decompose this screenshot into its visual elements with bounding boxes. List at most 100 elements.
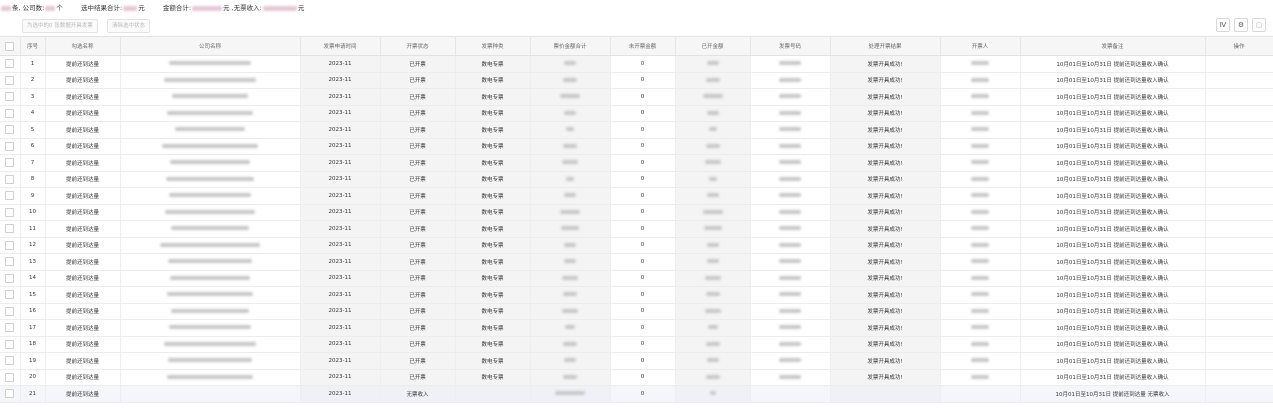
- table-row[interactable]: 2 提前还到达量 2023-11 已开票 数电专票 0 发票开具成功! 10月01日至10月3…: [0, 72, 1273, 89]
- actions-cell[interactable]: [1205, 369, 1273, 386]
- row-select-cell[interactable]: [0, 352, 21, 370]
- actions-cell[interactable]: [1205, 138, 1273, 155]
- row-checkbox[interactable]: [5, 141, 15, 151]
- row-checkbox[interactable]: [5, 306, 15, 316]
- row-index: 16: [20, 303, 46, 320]
- row-checkbox[interactable]: [5, 389, 15, 399]
- clear-selection-button[interactable]: 清除选中状态: [107, 19, 151, 33]
- actions-cell[interactable]: [1205, 286, 1273, 304]
- row-checkbox[interactable]: [5, 108, 15, 118]
- table-row[interactable]: 14 提前还到达量 2023-11 已开票 数电专票 0 发票开具成功! 10月01日至10月…: [0, 270, 1273, 287]
- row-select-cell[interactable]: [0, 138, 21, 155]
- table-row[interactable]: 1 提前还到达量 2023-11 已开票 数电专票 0 发票开具成功! 10月01日至10月3…: [0, 55, 1273, 73]
- table-row[interactable]: 16 提前还到达量 2023-11 已开票 数电专票 0 发票开具成功! 10月01日至10月…: [0, 303, 1273, 320]
- row-checkbox[interactable]: [5, 59, 15, 69]
- row-select-cell[interactable]: [0, 286, 21, 304]
- table-row[interactable]: 5 提前还到达量 2023-11 已开票 数电专票 0 发票开具成功! 10月01日至10月3…: [0, 121, 1273, 139]
- actions-cell[interactable]: [1205, 352, 1273, 370]
- actions-cell[interactable]: [1205, 55, 1273, 73]
- row-checkbox[interactable]: [5, 323, 15, 333]
- row-checkbox[interactable]: [5, 224, 15, 234]
- actions-cell[interactable]: [1205, 171, 1273, 188]
- table-row[interactable]: 18 提前还到达量 2023-11 已开票 数电专票 0 发票开具成功! 10月01日至10月…: [0, 336, 1273, 353]
- row-select-cell[interactable]: [0, 253, 21, 271]
- row-checkbox[interactable]: [5, 372, 15, 382]
- row-select-cell[interactable]: [0, 385, 21, 403]
- redacted-value: [169, 193, 251, 198]
- actions-cell[interactable]: [1205, 154, 1273, 172]
- row-select-cell[interactable]: [0, 88, 21, 106]
- export-icon[interactable]: Ⅳ: [1216, 18, 1230, 32]
- table-row[interactable]: 12 提前还到达量 2023-11 已开票 数电专票 0 发票开具成功! 10月01日至10月…: [0, 237, 1273, 254]
- row-select-cell[interactable]: [0, 369, 21, 386]
- table-row[interactable]: 10 提前还到达量 2023-11 已开票 数电专票 0 发票开具成功! 10月01日至10月…: [0, 204, 1273, 221]
- row-select-cell[interactable]: [0, 154, 21, 172]
- invoice-number-cell: [750, 88, 831, 106]
- row-index: 19: [20, 352, 46, 370]
- remark-cell: 10月01日至10月31日 提前还到达量收入确认: [1020, 121, 1206, 139]
- actions-cell[interactable]: [1205, 237, 1273, 254]
- issuer-cell: [940, 385, 1021, 403]
- table-row[interactable]: 4 提前还到达量 2023-11 已开票 数电专票 0 发票开具成功! 10月01日至10月3…: [0, 105, 1273, 122]
- row-checkbox[interactable]: [5, 339, 15, 349]
- row-checkbox[interactable]: [5, 273, 15, 283]
- row-checkbox[interactable]: [5, 125, 15, 135]
- actions-cell[interactable]: [1205, 220, 1273, 238]
- row-select-cell[interactable]: [0, 187, 21, 205]
- print-icon[interactable]: ▢: [1252, 18, 1266, 32]
- table-row[interactable]: 9 提前还到达量 2023-11 已开票 数电专票 0 发票开具成功! 10月01日至10月3…: [0, 187, 1273, 205]
- table-row[interactable]: 13 提前还到达量 2023-11 已开票 数电专票 0 发票开具成功! 10月01日至10月…: [0, 253, 1273, 271]
- table-row[interactable]: 20 提前还到达量 2023-11 已开票 数电专票 0 发票开具成功! 10月01日至10月…: [0, 369, 1273, 386]
- row-select-cell[interactable]: [0, 171, 21, 188]
- row-checkbox[interactable]: [5, 174, 15, 184]
- apply-time-cell: 2023-11: [300, 253, 381, 271]
- row-checkbox[interactable]: [5, 158, 15, 168]
- row-select-cell[interactable]: [0, 72, 21, 89]
- actions-cell[interactable]: [1205, 336, 1273, 353]
- row-checkbox[interactable]: [5, 240, 15, 250]
- open-invoice-for-selected-button[interactable]: 为选中的0 张数据开具发票: [22, 19, 98, 33]
- row-checkbox[interactable]: [5, 356, 15, 366]
- actions-cell[interactable]: [1205, 385, 1273, 403]
- row-select-cell[interactable]: [0, 204, 21, 221]
- actions-cell[interactable]: [1205, 88, 1273, 106]
- column-header-select-all[interactable]: [0, 36, 21, 56]
- row-checkbox[interactable]: [5, 257, 15, 267]
- actions-cell[interactable]: [1205, 105, 1273, 122]
- actions-cell[interactable]: [1205, 121, 1273, 139]
- table-row[interactable]: 7 提前还到达量 2023-11 已开票 数电专票 0 发票开具成功! 10月01日至10月3…: [0, 154, 1273, 172]
- actions-cell[interactable]: [1205, 204, 1273, 221]
- actions-cell[interactable]: [1205, 187, 1273, 205]
- row-checkbox[interactable]: [5, 92, 15, 102]
- row-checkbox[interactable]: [5, 290, 15, 300]
- item-name-cell: 提前还到达量: [45, 303, 121, 320]
- actions-cell[interactable]: [1205, 319, 1273, 337]
- table-row[interactable]: 15 提前还到达量 2023-11 已开票 数电专票 0 发票开具成功! 10月01日至10月…: [0, 286, 1273, 304]
- row-index: 5: [20, 121, 46, 139]
- table-row[interactable]: 6 提前还到达量 2023-11 已开票 数电专票 0 发票开具成功! 10月01日至10月3…: [0, 138, 1273, 155]
- row-select-cell[interactable]: [0, 319, 21, 337]
- row-select-cell[interactable]: [0, 336, 21, 353]
- row-select-cell[interactable]: [0, 220, 21, 238]
- select-all-checkbox[interactable]: [5, 41, 15, 51]
- table-row[interactable]: 3 提前还到达量 2023-11 已开票 数电专票 0 发票开具成功! 10月01日至10月3…: [0, 88, 1273, 106]
- table-row[interactable]: 11 提前还到达量 2023-11 已开票 数电专票 0 发票开具成功! 10月01日至10月…: [0, 220, 1273, 238]
- actions-cell[interactable]: [1205, 253, 1273, 271]
- row-select-cell[interactable]: [0, 55, 21, 73]
- table-row[interactable]: 8 提前还到达量 2023-11 已开票 数电专票 0 发票开具成功! 10月01日至10月3…: [0, 171, 1273, 188]
- row-checkbox[interactable]: [5, 75, 15, 85]
- row-select-cell[interactable]: [0, 303, 21, 320]
- settings-icon[interactable]: ⚙: [1234, 18, 1248, 32]
- actions-cell[interactable]: [1205, 72, 1273, 89]
- table-row[interactable]: 17 提前还到达量 2023-11 已开票 数电专票 0 发票开具成功! 10月01日至10月…: [0, 319, 1273, 337]
- actions-cell[interactable]: [1205, 270, 1273, 287]
- row-select-cell[interactable]: [0, 270, 21, 287]
- table-row[interactable]: 19 提前还到达量 2023-11 已开票 数电专票 0 发票开具成功! 10月01日至10月…: [0, 352, 1273, 370]
- row-checkbox[interactable]: [5, 191, 15, 201]
- row-checkbox[interactable]: [5, 207, 15, 217]
- row-select-cell[interactable]: [0, 237, 21, 254]
- actions-cell[interactable]: [1205, 303, 1273, 320]
- row-select-cell[interactable]: [0, 105, 21, 122]
- row-select-cell[interactable]: [0, 121, 21, 139]
- table-row[interactable]: 21 提前还到达量 2023-11 无票收入 0 10月01日至10月31日 提前还到达量…: [0, 385, 1273, 403]
